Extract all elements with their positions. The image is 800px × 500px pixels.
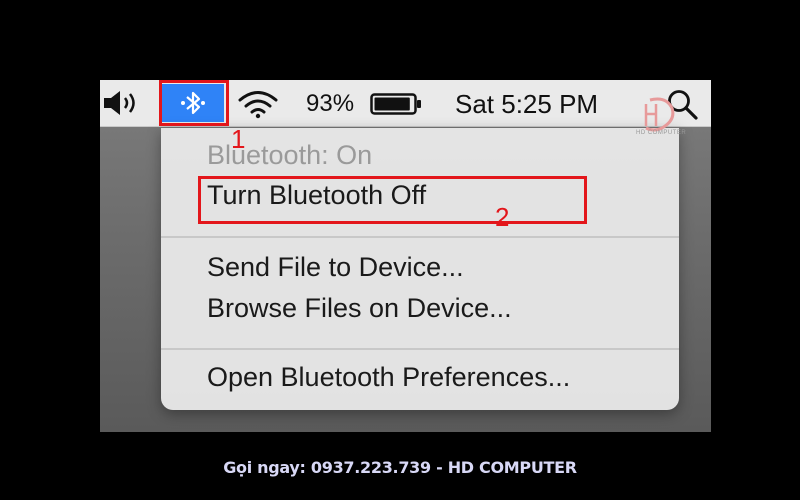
menu-separator: [161, 348, 679, 350]
highlight-box-turn-off: [198, 176, 587, 224]
battery-icon[interactable]: [370, 93, 422, 115]
volume-icon[interactable]: [102, 88, 142, 118]
highlight-box-bluetooth: [159, 80, 229, 126]
bluetooth-preferences-item[interactable]: Open Bluetooth Preferences...: [207, 362, 570, 393]
watermark-text: HD COMPUTER: [636, 130, 687, 136]
browse-files-item[interactable]: Browse Files on Device...: [207, 293, 512, 324]
battery-percentage[interactable]: 93%: [306, 90, 354, 118]
footer-caption: Gọi ngay: 0937.223.739 - HD COMPUTER: [223, 458, 577, 477]
wifi-icon[interactable]: [237, 89, 279, 119]
bluetooth-dropdown-menu: Bluetooth: On Turn Bluetooth Off Send Fi…: [161, 128, 679, 410]
menubar-clock[interactable]: Sat 5:25 PM: [455, 89, 598, 120]
step-number-2: 2: [495, 202, 510, 232]
send-file-item[interactable]: Send File to Device...: [207, 252, 464, 283]
screenshot-area: 93% Sat 5:25 PM Bluetooth: On Turn Bluet…: [100, 80, 711, 432]
menu-separator: [161, 236, 679, 238]
hd-computer-logo: [644, 97, 675, 132]
step-number-1: 1: [231, 124, 246, 154]
